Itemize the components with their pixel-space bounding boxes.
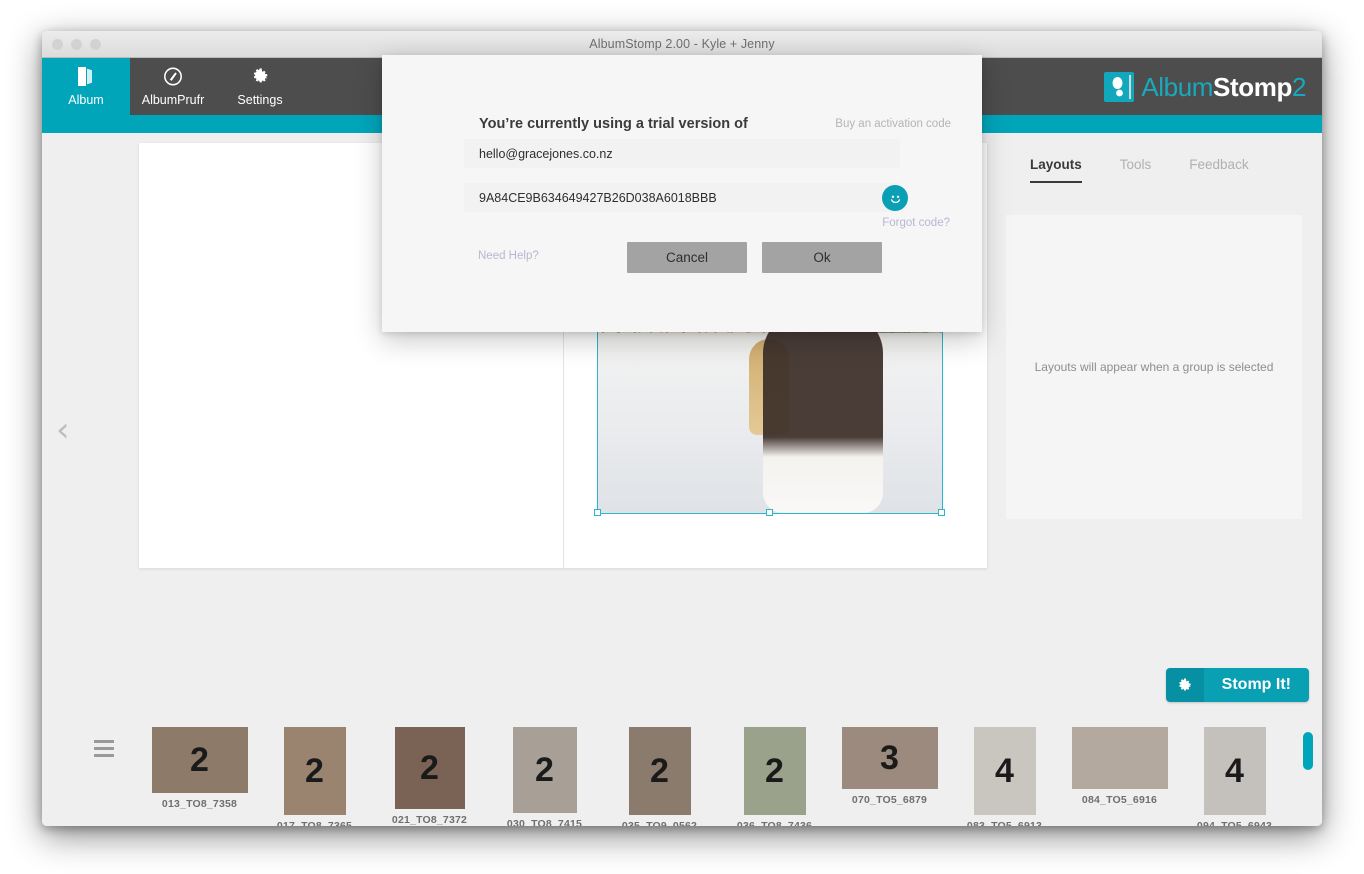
gear-icon: [250, 66, 270, 90]
nav-tab-settings[interactable]: Settings: [216, 58, 304, 115]
nav-tab-albumprufr[interactable]: AlbumPrufr: [130, 58, 216, 115]
thumbnail-caption: 013_TO8_7358: [161, 798, 238, 810]
forgot-code-link[interactable]: Forgot code?: [882, 217, 950, 229]
hamburger-icon[interactable]: [94, 740, 114, 761]
thumbnail-image: [1071, 727, 1168, 789]
filmstrip-thumbnail[interactable]: 2 013_TO8_7358: [142, 727, 257, 810]
thumbnail-caption: 021_TO8_7372: [391, 814, 468, 826]
window-title: AlbumStomp 2.00 - Kyle + Jenny: [589, 37, 775, 51]
cancel-button[interactable]: Cancel: [627, 242, 747, 273]
window-titlebar: AlbumStomp 2.00 - Kyle + Jenny: [42, 31, 1322, 58]
ok-button[interactable]: Ok: [762, 242, 882, 273]
thumbnail-caption: 094_TO5_6943: [1196, 820, 1273, 826]
filmstrip-thumbnail[interactable]: 2 036_TO8_7436: [717, 727, 832, 826]
stomp-it-button[interactable]: Stomp It!: [1165, 668, 1309, 702]
nav-tab-album[interactable]: Album: [42, 58, 130, 115]
activation-code-field[interactable]: 9A84CE9B634649427B26D038A6018BBB: [464, 183, 900, 212]
photo-filmstrip: 2 013_TO8_7358 2 017_TO8_7365 2 021_TO8_7372 2…: [42, 727, 1322, 826]
albumprufr-icon: [163, 66, 183, 90]
resize-handle-bottom-left[interactable]: [594, 509, 601, 516]
logo-album: Album: [1141, 71, 1214, 102]
thumbnail-image: 2: [743, 727, 806, 815]
layouts-empty-state: Layouts will appear when a group is sele…: [1006, 215, 1302, 519]
filmstrip-thumbnail[interactable]: 2 035_TO9_0562: [602, 727, 717, 826]
logo-stomp: Stomp: [1213, 71, 1292, 102]
stomp-it-label: Stomp It!: [1203, 668, 1309, 702]
thumbnail-image: 2: [394, 727, 465, 809]
thumbnail-image: 4: [1203, 727, 1266, 815]
thumbnail-caption: 030_TO8_7415: [506, 818, 583, 826]
trial-version-dialog: You’re currently using a trial version o…: [382, 55, 982, 332]
thumbnail-caption: 017_TO8_7365: [276, 820, 353, 826]
thumbnail-group-number: 2: [650, 752, 669, 790]
dialog-title: You’re currently using a trial version o…: [479, 116, 748, 132]
filmstrip-thumbnail[interactable]: 4 083_TO5_6913: [947, 727, 1062, 826]
resize-handle-bottom-right[interactable]: [938, 509, 945, 516]
logo-version: 2: [1291, 71, 1306, 102]
logo-text: AlbumStomp2: [1141, 74, 1306, 100]
thumbnail-group-number: 3: [880, 739, 899, 777]
nav-label-settings: Settings: [237, 93, 283, 108]
app-logo: AlbumStomp2: [1104, 71, 1306, 102]
nav-label-albumprufr: AlbumPrufr: [141, 93, 205, 108]
thumbnail-caption: 084_TO5_6916: [1081, 794, 1158, 806]
tab-feedback[interactable]: Feedback: [1189, 157, 1248, 183]
photo-couple: [763, 313, 884, 513]
close-button[interactable]: [52, 39, 63, 50]
album-icon: [76, 66, 96, 90]
thumbnail-group-number: 2: [765, 752, 784, 790]
thumbnail-image: 2: [512, 727, 577, 813]
right-panel: Layouts Tools Feedback Layouts will appe…: [1002, 133, 1322, 727]
filmstrip-thumbnail[interactable]: 3 070_TO5_6879: [832, 727, 947, 806]
thumbnail-caption: 036_TO8_7436: [736, 820, 813, 826]
filmstrip-scrollbar[interactable]: [1303, 732, 1313, 770]
filmstrip-thumbnail[interactable]: 084_TO5_6916: [1062, 727, 1177, 806]
thumbnail-caption: 083_TO5_6913: [966, 820, 1043, 826]
filmstrip-thumbnail[interactable]: 4 094_TO5_6943: [1177, 727, 1292, 826]
tab-tools[interactable]: Tools: [1120, 157, 1152, 183]
minimize-button[interactable]: [71, 39, 82, 50]
thumbnail-group-number: 4: [1225, 752, 1244, 790]
gear-icon: [1165, 668, 1204, 702]
filmstrip-thumbnail[interactable]: 2 021_TO8_7372: [372, 727, 487, 826]
tab-layouts[interactable]: Layouts: [1030, 157, 1082, 183]
email-field[interactable]: hello@gracejones.co.nz: [464, 139, 900, 168]
footprint-logo-icon: [1104, 71, 1135, 102]
thumbnail-image: 2: [283, 727, 346, 815]
thumbnail-group-number: 2: [420, 749, 439, 787]
filmstrip-thumbnails[interactable]: 2 013_TO8_7358 2 017_TO8_7365 2 021_TO8_7372 2…: [142, 727, 1292, 826]
thumbnail-caption: 070_TO5_6879: [851, 794, 928, 806]
thumbnail-group-number: 2: [535, 751, 554, 789]
nav-label-album: Album: [68, 93, 104, 108]
layouts-empty-message: Layouts will appear when a group is sele…: [1034, 360, 1274, 374]
previous-spread-arrow[interactable]: ‹: [56, 413, 70, 447]
thumbnail-image: 4: [973, 727, 1036, 815]
filmstrip-thumbnail[interactable]: 2 030_TO8_7415: [487, 727, 602, 826]
thumbnail-group-number: 4: [995, 752, 1014, 790]
thumbnail-image: 2: [628, 727, 691, 815]
smiley-icon: [882, 185, 908, 211]
panel-tabs: Layouts Tools Feedback: [1002, 133, 1322, 183]
app-root: AlbumStomp 2.00 - Kyle + Jenny Album Alb…: [0, 0, 1364, 874]
filmstrip-thumbnail[interactable]: 2 017_TO8_7365: [257, 727, 372, 826]
thumbnail-image: 3: [841, 727, 938, 789]
resize-handle-bottom[interactable]: [766, 509, 773, 516]
thumbnail-group-number: 2: [305, 752, 324, 790]
need-help-link[interactable]: Need Help?: [478, 250, 539, 262]
thumbnail-image: 2: [151, 727, 248, 793]
buy-activation-code-link[interactable]: Buy an activation code: [835, 118, 951, 130]
thumbnail-caption: 035_TO9_0562: [621, 820, 698, 826]
maximize-button[interactable]: [90, 39, 101, 50]
window-controls[interactable]: [52, 39, 101, 50]
thumbnail-group-number: 2: [190, 741, 209, 779]
